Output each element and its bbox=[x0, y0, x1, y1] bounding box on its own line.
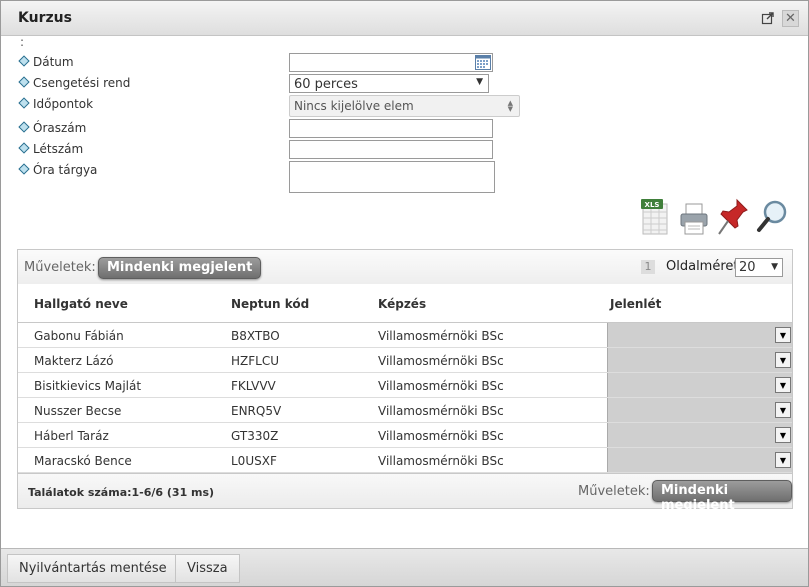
dropdown-arrow-icon[interactable]: ▼ bbox=[775, 352, 791, 368]
results-count: Találatok száma:1-6/6 (31 ms) bbox=[28, 486, 215, 499]
table-row[interactable]: Nusszer Becse ENRQ5V Villamosmérnöki BSc… bbox=[18, 398, 792, 423]
jelenlet-select[interactable]: ▼ bbox=[607, 398, 792, 422]
print-icon[interactable] bbox=[679, 198, 709, 240]
neptun-code: HZFLCU bbox=[231, 354, 279, 368]
datum-input[interactable] bbox=[289, 53, 493, 72]
grid-toolbar: Műveletek: Mindenki megjelent 1 Oldalmér… bbox=[18, 250, 792, 284]
kurzus-dialog: Kurzus ✕ : Dátum Csengetési rend 60 perc… bbox=[0, 0, 809, 587]
popout-icon[interactable] bbox=[761, 11, 775, 25]
page-number[interactable]: 1 bbox=[641, 260, 655, 274]
neptun-code: L0USXF bbox=[231, 454, 277, 468]
bullet-icon bbox=[18, 76, 30, 88]
kepzes: Villamosmérnöki BSc bbox=[378, 379, 504, 393]
dropdown-arrow-icon[interactable]: ▼ bbox=[775, 377, 791, 393]
kepzes: Villamosmérnöki BSc bbox=[378, 329, 504, 343]
search-icon[interactable] bbox=[756, 198, 788, 240]
label-oraszam: Óraszám bbox=[18, 121, 86, 135]
page-size-value: 20 bbox=[739, 260, 756, 275]
label-ora-targya: Óra tárgya bbox=[18, 163, 97, 177]
ora-targya-textarea[interactable] bbox=[289, 161, 495, 193]
csengetesi-rend-select[interactable]: 60 perces ▼ bbox=[289, 74, 489, 93]
grid-header: Hallgató neve Neptun kód Képzés Jelenlét bbox=[18, 284, 792, 323]
grid-footer: Találatok száma:1-6/6 (31 ms) Műveletek:… bbox=[18, 473, 792, 513]
mindenki-megjelent-button[interactable]: Mindenki megjelent bbox=[652, 480, 792, 513]
actions-label: Műveletek: bbox=[578, 484, 650, 499]
jelenlet-select[interactable]: ▼ bbox=[607, 348, 792, 372]
neptun-code: ENRQ5V bbox=[231, 404, 282, 418]
back-button[interactable]: Vissza bbox=[175, 554, 240, 583]
neptun-code: FKLVVV bbox=[231, 379, 276, 393]
bullet-icon bbox=[18, 121, 30, 133]
dropdown-arrow-icon[interactable]: ▼ bbox=[775, 327, 791, 343]
close-icon[interactable]: ✕ bbox=[782, 10, 799, 27]
table-row[interactable]: Gabonu Fábián B8XTBO Villamosmérnöki BSc… bbox=[18, 323, 792, 348]
mindenki-megjelent-button[interactable]: Mindenki megjelent bbox=[98, 257, 262, 279]
jelenlet-select[interactable]: ▼ bbox=[607, 423, 792, 447]
bullet-icon bbox=[18, 97, 30, 109]
page-size-label: Oldalméret bbox=[666, 259, 739, 274]
kepzes: Villamosmérnöki BSc bbox=[378, 404, 504, 418]
dropdown-arrow-icon[interactable]: ▼ bbox=[775, 402, 791, 418]
student-name: Bisitkievics Majlát bbox=[34, 379, 142, 393]
jelenlet-select[interactable]: ▼ bbox=[607, 448, 792, 472]
label-datum: Dátum bbox=[18, 55, 74, 69]
page-size-select[interactable]: 20 ▼ bbox=[735, 258, 783, 277]
student-name: Gabonu Fábián bbox=[34, 329, 124, 343]
student-name: Nusszer Becse bbox=[34, 404, 122, 418]
pin-icon[interactable] bbox=[717, 198, 749, 240]
calendar-icon[interactable] bbox=[475, 55, 491, 70]
student-name: Makterz Lázó bbox=[34, 354, 114, 368]
updown-arrow-icon: ▲ ▼ bbox=[507, 99, 513, 113]
bullet-icon bbox=[18, 163, 30, 175]
column-header-kepzes[interactable]: Képzés bbox=[378, 297, 426, 311]
table-row[interactable]: Makterz Lázó HZFLCU Villamosmérnöki BSc … bbox=[18, 348, 792, 373]
dropdown-arrow-icon[interactable]: ▼ bbox=[775, 427, 791, 443]
table-row[interactable]: Bisitkievics Majlát FKLVVV Villamosmérnö… bbox=[18, 373, 792, 398]
letszam-input[interactable] bbox=[289, 140, 493, 159]
table-row[interactable]: Maracskó Bence L0USXF Villamosmérnöki BS… bbox=[18, 448, 792, 473]
kepzes: Villamosmérnöki BSc bbox=[378, 354, 504, 368]
dropdown-arrow-icon[interactable]: ▼ bbox=[775, 452, 791, 468]
student-name: Maracskó Bence bbox=[34, 454, 132, 468]
jelenlet-select[interactable]: ▼ bbox=[607, 373, 792, 397]
save-button[interactable]: Nyilvántartás mentése bbox=[7, 554, 179, 583]
dialog-title: Kurzus bbox=[18, 10, 72, 26]
label-csengetesi-rend: Csengetési rend bbox=[18, 76, 130, 90]
csengetesi-rend-value: 60 perces bbox=[294, 77, 358, 92]
idopontok-placeholder: Nincs kijelölve elem bbox=[294, 99, 414, 113]
svg-text:XLS: XLS bbox=[645, 201, 660, 209]
bullet-icon bbox=[18, 55, 30, 67]
idopontok-multiselect[interactable]: Nincs kijelölve elem ▲ ▼ bbox=[289, 95, 520, 117]
xls-export-icon[interactable]: XLS bbox=[641, 198, 669, 240]
form-separator: : bbox=[20, 35, 25, 49]
kepzes: Villamosmérnöki BSc bbox=[378, 429, 504, 443]
oraszam-input[interactable] bbox=[289, 119, 493, 138]
actions-label: Műveletek: bbox=[24, 260, 96, 275]
kepzes: Villamosmérnöki BSc bbox=[378, 454, 504, 468]
neptun-code: GT330Z bbox=[231, 429, 279, 443]
label-idopontok: Időpontok bbox=[18, 97, 93, 111]
column-header-jelenlet[interactable]: Jelenlét bbox=[610, 297, 661, 311]
bottom-bar: Nyilvántartás mentése Vissza bbox=[1, 548, 808, 586]
dropdown-arrow-icon: ▼ bbox=[771, 262, 778, 272]
bullet-icon bbox=[18, 142, 30, 154]
jelenlet-select[interactable]: ▼ bbox=[607, 323, 792, 347]
column-header-name[interactable]: Hallgató neve bbox=[34, 297, 128, 311]
dropdown-arrow-icon: ▼ bbox=[476, 77, 483, 87]
title-bar: Kurzus ✕ bbox=[1, 1, 808, 36]
student-name: Háberl Taráz bbox=[34, 429, 109, 443]
table-row[interactable]: Háberl Taráz GT330Z Villamosmérnöki BSc … bbox=[18, 423, 792, 448]
neptun-code: B8XTBO bbox=[231, 329, 280, 343]
column-header-neptun[interactable]: Neptun kód bbox=[231, 297, 309, 311]
label-letszam: Létszám bbox=[18, 142, 83, 156]
students-grid: Műveletek: Mindenki megjelent 1 Oldalmér… bbox=[17, 249, 793, 513]
